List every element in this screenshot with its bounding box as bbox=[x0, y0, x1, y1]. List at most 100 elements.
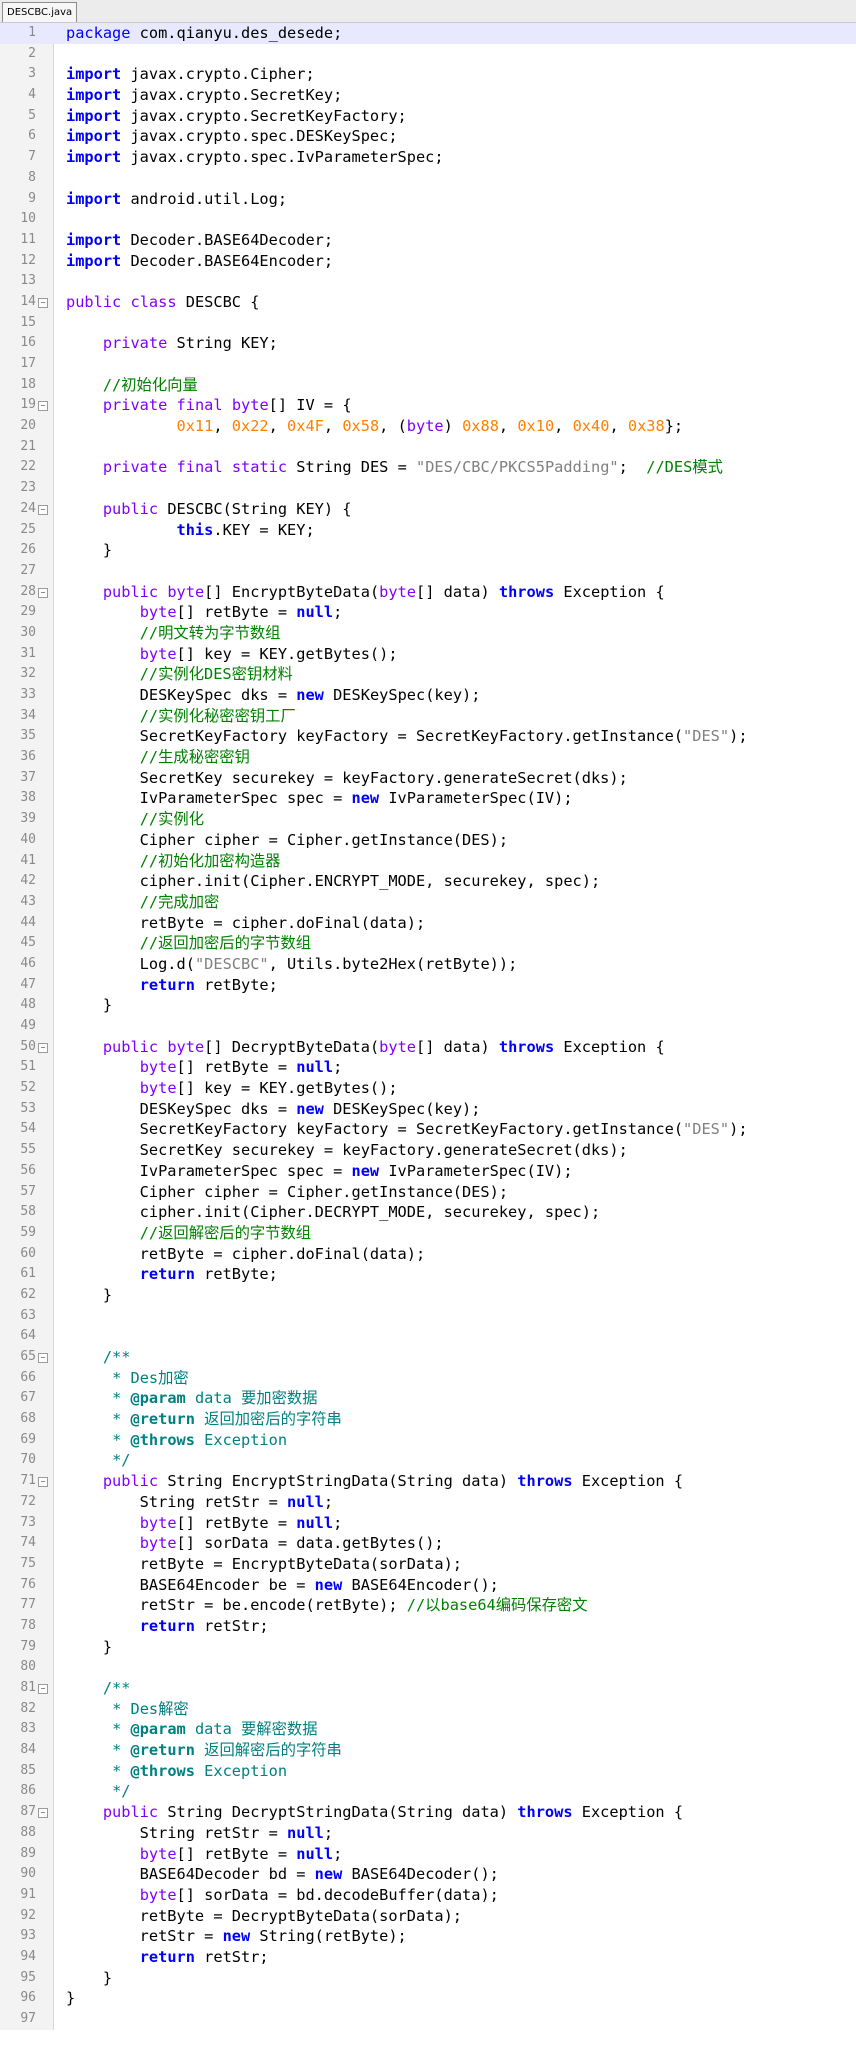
fold-toggle-icon[interactable]: − bbox=[38, 401, 48, 412]
code-line[interactable]: 4 import javax.crypto.SecretKey; bbox=[0, 85, 856, 106]
code-line[interactable]: 78 return retStr; bbox=[0, 1616, 856, 1637]
file-tab[interactable]: DESCBC.java bbox=[2, 2, 78, 22]
code-line[interactable]: 26 } bbox=[0, 540, 856, 561]
code-line[interactable]: 22 private final static String DES = "DE… bbox=[0, 457, 856, 478]
code-line[interactable]: 45 //返回加密后的字节数组 bbox=[0, 933, 856, 954]
code-line[interactable]: 36 //生成秘密密钥 bbox=[0, 747, 856, 768]
code-line[interactable]: 41 //初始化加密构造器 bbox=[0, 851, 856, 872]
code-line[interactable]: 65− /** bbox=[0, 1347, 856, 1368]
code-line[interactable]: 16 private String KEY; bbox=[0, 333, 856, 354]
code-line[interactable]: 63 bbox=[0, 1306, 856, 1327]
code-line[interactable]: 1 package com.qianyu.des_desede; bbox=[0, 23, 856, 44]
code-line[interactable]: 24− public DESCBC(String KEY) { bbox=[0, 499, 856, 520]
code-line[interactable]: 80 bbox=[0, 1657, 856, 1678]
code-line[interactable]: 90 BASE64Decoder bd = new BASE64Decoder(… bbox=[0, 1864, 856, 1885]
code-line[interactable]: 32 //实例化DES密钥材料 bbox=[0, 664, 856, 685]
code-line[interactable]: 10 bbox=[0, 209, 856, 230]
code-line[interactable]: 12 import Decoder.BASE64Encoder; bbox=[0, 251, 856, 272]
code-line[interactable]: 30 //明文转为字节数组 bbox=[0, 623, 856, 644]
code-line[interactable]: 61 return retByte; bbox=[0, 1264, 856, 1285]
fold-toggle-icon[interactable]: − bbox=[38, 1808, 48, 1819]
code-line[interactable]: 88 String retStr = null; bbox=[0, 1823, 856, 1844]
fold-toggle-icon[interactable]: − bbox=[38, 1477, 48, 1488]
fold-toggle-icon[interactable]: − bbox=[38, 587, 48, 598]
code-line[interactable]: 11 import Decoder.BASE64Decoder; bbox=[0, 230, 856, 251]
code-line[interactable]: 89 byte[] retByte = null; bbox=[0, 1844, 856, 1865]
fold-toggle-icon[interactable]: − bbox=[38, 1042, 48, 1053]
code-line[interactable]: 70 */ bbox=[0, 1450, 856, 1471]
code-line[interactable]: 72 String retStr = null; bbox=[0, 1492, 856, 1513]
code-line[interactable]: 49 bbox=[0, 1016, 856, 1037]
code-line[interactable]: 23 bbox=[0, 478, 856, 499]
code-line[interactable]: 66 * Des加密 bbox=[0, 1368, 856, 1389]
code-line[interactable]: 64 bbox=[0, 1326, 856, 1347]
fold-toggle-icon[interactable]: − bbox=[38, 504, 48, 515]
code-line[interactable]: 2 bbox=[0, 44, 856, 65]
code-line[interactable]: 67 * @param data 要加密数据 bbox=[0, 1388, 856, 1409]
code-line[interactable]: 21 bbox=[0, 437, 856, 458]
code-line[interactable]: 50− public byte[] DecryptByteData(byte[]… bbox=[0, 1037, 856, 1058]
code-line[interactable]: 29 byte[] retByte = null; bbox=[0, 602, 856, 623]
code-line[interactable]: 43 //完成加密 bbox=[0, 892, 856, 913]
code-line[interactable]: 96} bbox=[0, 1988, 856, 2009]
code-line[interactable]: 93 retStr = new String(retByte); bbox=[0, 1926, 856, 1947]
code-line[interactable]: 47 return retByte; bbox=[0, 975, 856, 996]
code-line[interactable]: 68 * @return 返回加密后的字符串 bbox=[0, 1409, 856, 1430]
code-line[interactable]: 51 byte[] retByte = null; bbox=[0, 1057, 856, 1078]
code-line[interactable]: 57 Cipher cipher = Cipher.getInstance(DE… bbox=[0, 1182, 856, 1203]
code-line[interactable]: 81− /** bbox=[0, 1678, 856, 1699]
code-line[interactable]: 19− private final byte[] IV = { bbox=[0, 395, 856, 416]
code-line[interactable]: 37 SecretKey securekey = keyFactory.gene… bbox=[0, 768, 856, 789]
code-line[interactable]: 18 //初始化向量 bbox=[0, 375, 856, 396]
code-line[interactable]: 92 retByte = DecryptByteData(sorData); bbox=[0, 1906, 856, 1927]
code-line[interactable]: 6 import javax.crypto.spec.DESKeySpec; bbox=[0, 126, 856, 147]
code-line[interactable]: 56 IvParameterSpec spec = new IvParamete… bbox=[0, 1161, 856, 1182]
code-line[interactable]: 53 DESKeySpec dks = new DESKeySpec(key); bbox=[0, 1099, 856, 1120]
code-line[interactable]: 15 bbox=[0, 313, 856, 334]
code-line[interactable]: 52 byte[] key = KEY.getBytes(); bbox=[0, 1078, 856, 1099]
code-line[interactable]: 95 } bbox=[0, 1968, 856, 1989]
code-line[interactable]: 14− public class DESCBC { bbox=[0, 292, 856, 313]
code-line[interactable]: 34 //实例化秘密密钥工厂 bbox=[0, 706, 856, 727]
code-line[interactable]: 46 Log.d("DESCBC", Utils.byte2Hex(retByt… bbox=[0, 954, 856, 975]
code-line[interactable]: 28− public byte[] EncryptByteData(byte[]… bbox=[0, 582, 856, 603]
code-line[interactable]: 58 cipher.init(Cipher.DECRYPT_MODE, secu… bbox=[0, 1202, 856, 1223]
code-line[interactable]: 77 retStr = be.encode(retByte); //以base6… bbox=[0, 1595, 856, 1616]
code-line[interactable]: 42 cipher.init(Cipher.ENCRYPT_MODE, secu… bbox=[0, 871, 856, 892]
code-line[interactable]: 91 byte[] sorData = bd.decodeBuffer(data… bbox=[0, 1885, 856, 1906]
code-line[interactable]: 13 bbox=[0, 271, 856, 292]
code-line[interactable]: 94 return retStr; bbox=[0, 1947, 856, 1968]
code-line[interactable]: 27 bbox=[0, 561, 856, 582]
code-line[interactable]: 69 * @throws Exception bbox=[0, 1430, 856, 1451]
code-line[interactable]: 75 retByte = EncryptByteData(sorData); bbox=[0, 1554, 856, 1575]
code-line[interactable]: 83 * @param data 要解密数据 bbox=[0, 1719, 856, 1740]
code-line[interactable]: 20 0x11, 0x22, 0x4F, 0x58, (byte) 0x88, … bbox=[0, 416, 856, 437]
code-line[interactable]: 3 import javax.crypto.Cipher; bbox=[0, 64, 856, 85]
code-line[interactable]: 55 SecretKey securekey = keyFactory.gene… bbox=[0, 1140, 856, 1161]
code-line[interactable]: 84 * @return 返回解密后的字符串 bbox=[0, 1740, 856, 1761]
code-line[interactable]: 85 * @throws Exception bbox=[0, 1761, 856, 1782]
code-line[interactable]: 9 import android.util.Log; bbox=[0, 189, 856, 210]
code-line[interactable]: 97 bbox=[0, 2009, 856, 2030]
code-line[interactable]: 59 //返回解密后的字节数组 bbox=[0, 1223, 856, 1244]
code-line[interactable]: 54 SecretKeyFactory keyFactory = SecretK… bbox=[0, 1119, 856, 1140]
code-line[interactable]: 7 import javax.crypto.spec.IvParameterSpe… bbox=[0, 147, 856, 168]
code-line[interactable]: 48 } bbox=[0, 995, 856, 1016]
code-line[interactable]: 62 } bbox=[0, 1285, 856, 1306]
fold-toggle-icon[interactable]: − bbox=[38, 1353, 48, 1363]
code-line[interactable]: 5 import javax.crypto.SecretKeyFactory; bbox=[0, 106, 856, 127]
code-line[interactable]: 73 byte[] retByte = null; bbox=[0, 1513, 856, 1534]
code-line[interactable]: 71− public String EncryptStringData(Stri… bbox=[0, 1471, 856, 1492]
code-line[interactable]: 44 retByte = cipher.doFinal(data); bbox=[0, 913, 856, 934]
code-line[interactable]: 33 DESKeySpec dks = new DESKeySpec(key); bbox=[0, 685, 856, 706]
code-line[interactable]: 25 this.KEY = KEY; bbox=[0, 520, 856, 541]
code-editor[interactable]: 1 package com.qianyu.des_desede; 2 3 import … bbox=[0, 23, 856, 2030]
code-line[interactable]: 79 } bbox=[0, 1637, 856, 1658]
code-line[interactable]: 39 //实例化 bbox=[0, 809, 856, 830]
code-line[interactable]: 74 byte[] sorData = data.getBytes(); bbox=[0, 1533, 856, 1554]
code-line[interactable]: 60 retByte = cipher.doFinal(data); bbox=[0, 1244, 856, 1265]
fold-toggle-icon[interactable]: − bbox=[38, 1684, 48, 1694]
code-line[interactable]: 38 IvParameterSpec spec = new IvParamete… bbox=[0, 788, 856, 809]
code-line[interactable]: 82 * Des解密 bbox=[0, 1699, 856, 1720]
code-line[interactable]: 31 byte[] key = KEY.getBytes(); bbox=[0, 644, 856, 665]
